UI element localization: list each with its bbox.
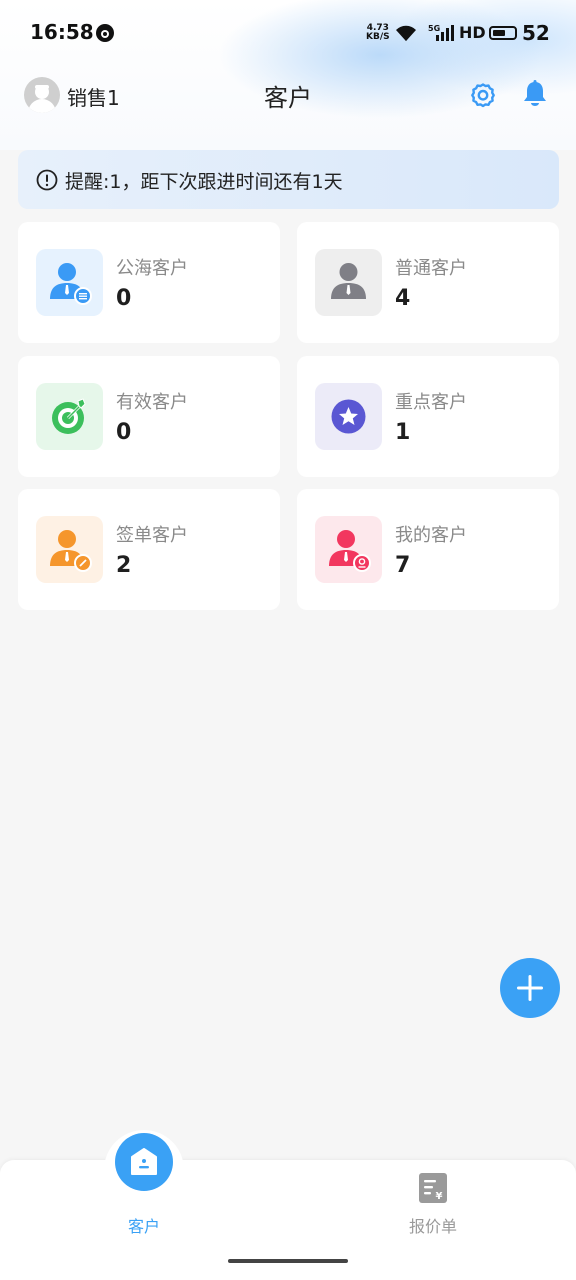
signal-icon [436,25,454,41]
status-time: 16:58 [30,20,94,44]
wifi-icon [396,25,416,41]
svg-text:¥: ¥ [436,1191,443,1202]
network-speed: 4.73 KB/S [366,23,390,42]
battery-level: 52 [522,21,550,45]
home-icon [131,1148,157,1175]
add-customer-button[interactable] [500,958,560,1018]
category-label: 普通客户 [395,258,467,279]
category-card-mine[interactable]: 我的客户 7 [297,489,559,610]
quote-document-icon[interactable]: ¥ [418,1172,448,1204]
category-count: 4 [395,286,411,311]
category-count: 0 [116,420,132,445]
category-count: 2 [116,553,132,578]
app-notification-icon [96,24,114,42]
status-bar: 16:58 4.73 KB/S 5G HD 52 [0,0,576,66]
star-badge-icon [315,383,382,450]
category-card-public[interactable]: 公海客户 0 [18,222,280,343]
category-label: 重点客户 [395,392,467,413]
category-label: 有效客户 [116,392,188,413]
battery-icon [489,26,517,40]
category-card-valid[interactable]: 有效客户 0 [18,356,280,477]
follow-up-reminder[interactable]: 提醒:1，距下次跟进时间还有1天 [18,150,559,209]
target-icon [36,383,103,450]
category-card-key[interactable]: 重点客户 1 [297,356,559,477]
normal-customer-icon [315,249,382,316]
signed-customer-icon [36,516,103,583]
tab-quotes-label[interactable]: 报价单 [393,1213,473,1237]
category-card-signed[interactable]: 签单客户 2 [18,489,280,610]
app-header: 销售1 客户 [0,66,576,126]
category-label: 公海客户 [116,258,188,279]
gear-icon[interactable] [468,80,498,110]
public-customer-icon [36,249,103,316]
plus-icon [517,975,543,1001]
hd-indicator: HD [459,23,486,42]
category-count: 7 [395,553,411,578]
home-indicator[interactable] [228,1259,348,1263]
category-label: 签单客户 [116,525,188,546]
tab-customers-label[interactable]: 客户 [104,1213,184,1237]
category-count: 0 [116,286,132,311]
exclamation-circle-icon [36,169,58,191]
my-customer-icon [315,516,382,583]
reminder-text: 提醒:1，距下次跟进时间还有1天 [65,171,343,193]
category-card-normal[interactable]: 普通客户 4 [297,222,559,343]
bell-icon[interactable] [520,79,550,109]
tab-customers[interactable] [115,1133,173,1191]
category-label: 我的客户 [395,525,467,546]
category-count: 1 [395,420,411,445]
